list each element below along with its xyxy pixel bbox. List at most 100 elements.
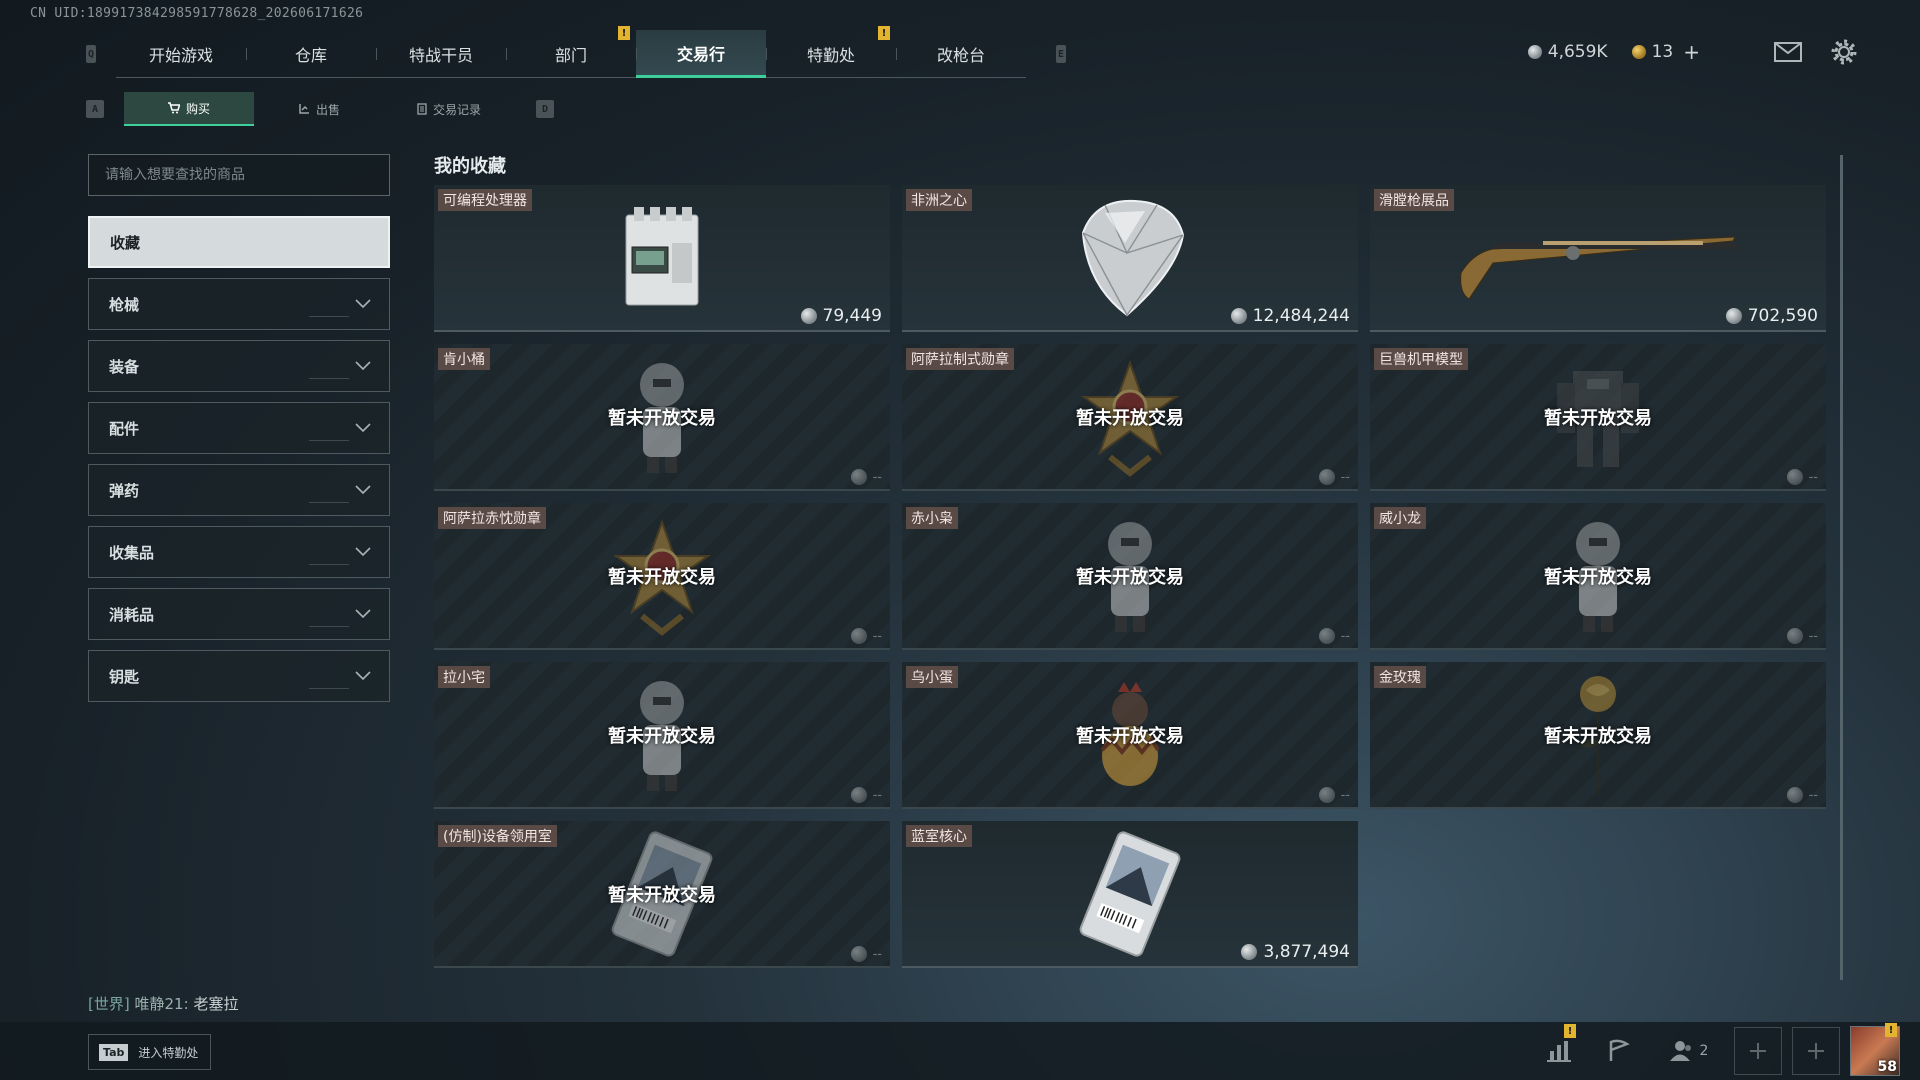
nav-prev-key[interactable]: Q [86,45,96,63]
gear-icon[interactable] [1830,38,1858,66]
tab-label: 仓库 [294,46,327,65]
price-value: 3,877,494 [1263,942,1350,962]
item-price: -- [850,628,882,644]
trade-closed-label: 暂未开放交易 [1076,408,1184,429]
collection-scrollbar[interactable] [1840,155,1843,980]
price-value: 12,484,244 [1252,306,1350,326]
tab-sell[interactable]: 出售 [254,92,384,126]
category-item[interactable]: 配件 [88,402,390,454]
warning-badge: ! [1885,1023,1897,1037]
price-value: -- [872,628,882,644]
collection-title: 我的收藏 [434,156,506,177]
collection-item-card[interactable]: 威小龙 暂未开放交易 -- [1370,503,1826,650]
item-price: -- [1318,787,1350,803]
collection-item-card[interactable]: 蓝室核心 3,877,494 [902,821,1358,968]
tab-start-game[interactable]: 开始游戏 [116,30,246,78]
tab-operators[interactable]: 特战干员 [376,30,506,78]
collection-item-card[interactable]: 肯小桶 暂未开放交易 -- [434,344,890,491]
item-price: 3,877,494 [1241,942,1350,962]
category-item[interactable]: 钥匙 [88,650,390,702]
friends-button[interactable]: 2 [1654,1040,1724,1062]
nav-next-key[interactable]: E [1056,45,1066,63]
search-input[interactable] [105,167,373,183]
tab-trading[interactable]: 交易行 [636,30,766,78]
item-price: -- [1786,469,1818,485]
trade-closed-label: 暂未开放交易 [1076,726,1184,747]
player-avatar[interactable]: ! 58 [1850,1023,1900,1076]
item-price: 12,484,244 [1230,306,1350,326]
tab-warehouse[interactable]: 仓库 [246,30,376,78]
silver-currency: 4,659K [1527,42,1608,62]
price-value: -- [1340,469,1350,485]
silver-coin-icon [850,469,867,485]
collection-item-card[interactable]: 赤小枭 暂未开放交易 -- [902,503,1358,650]
collection-item-card[interactable]: 阿萨拉赤忱勋章 暂未开放交易 -- [434,503,890,650]
subnav-next-key[interactable]: D [536,100,554,118]
trade-closed-label: 暂未开放交易 [1544,726,1652,747]
chat-channel: [世界] [88,995,130,1013]
warning-badge: ! [1564,1024,1576,1038]
category-label: 消耗品 [109,605,155,624]
stats-button[interactable]: ! [1534,1024,1584,1076]
collection-item-card[interactable]: (仿制)设备领用室 暂未开放交易 -- [434,821,890,968]
category-item[interactable]: 装备 [88,340,390,392]
plus-icon [1808,1043,1824,1059]
chevron-down-icon [355,485,371,495]
item-name: 巨兽机甲模型 [1374,348,1468,370]
collection-item-card[interactable]: 滑膛枪展品 702,590 [1370,185,1826,332]
collection-item-card[interactable]: 非洲之心 12,484,244 [902,185,1358,332]
trade-closed-label: 暂未开放交易 [608,408,716,429]
price-value: -- [872,946,882,962]
chat-message: 老塞拉 [193,995,239,1013]
item-name: 拉小宅 [438,666,490,688]
uid-text: CN UID:1899173842985917786​28_2026061716… [30,6,364,21]
price-value: -- [1808,628,1818,644]
gold-currency[interactable]: 13 + [1631,40,1700,64]
warning-badge: ! [878,26,890,40]
silver-coin-icon [1725,308,1742,324]
tab-trade-records[interactable]: 交易记录 [384,92,514,126]
collection-item-card[interactable]: 金玫瑰 暂未开放交易 -- [1370,662,1826,809]
tab-hint-label: 进入特勤处 [138,1045,199,1060]
add-slot-button[interactable] [1792,1027,1840,1075]
category-item[interactable]: 消耗品 [88,588,390,640]
tab-buy[interactable]: 购买 [124,92,254,126]
silver-coin-icon [1786,469,1803,485]
friends-count: 2 [1699,1043,1709,1059]
keycard-icon [1079,830,1181,957]
price-value: -- [872,787,882,803]
collection-item-card[interactable]: 可编程处理器 79,449 [434,185,890,332]
add-slot-button[interactable] [1734,1027,1782,1075]
category-item[interactable]: 弹药 [88,464,390,516]
category-item[interactable]: 收集品 [88,526,390,578]
tab-special-ops[interactable]: 特勤处! [766,26,896,78]
mail-icon[interactable] [1774,42,1802,62]
flag-icon [1609,1039,1630,1061]
collection-item-card[interactable]: 巨兽机甲模型 暂未开放交易 -- [1370,344,1826,491]
price-value: -- [1340,628,1350,644]
add-currency-button[interactable]: + [1683,40,1700,64]
category-label: 配件 [109,419,140,438]
currency-bar: 4,659K 13 + [1527,40,1700,64]
tab-department[interactable]: 部门! [506,26,636,78]
tab-gunsmith[interactable]: 改枪台 [896,30,1026,78]
silver-coin-icon [1230,308,1247,324]
subnav-prev-key[interactable]: A [86,100,104,118]
price-value: -- [1340,787,1350,803]
enter-special-ops-button[interactable]: Tab 进入特勤处 [88,1034,212,1070]
collection-item-card[interactable]: 拉小宅 暂未开放交易 -- [434,662,890,809]
silver-coin-icon [850,946,867,962]
category-item[interactable]: 收藏 [88,216,390,268]
silver-coin-icon [850,787,867,803]
collection-item-card[interactable]: 乌小蛋 暂未开放交易 -- [902,662,1358,809]
chat-line: [世界] 唯静21: 老塞拉 [88,993,238,1014]
collection-item-card[interactable]: 阿萨拉制式勋章 暂未开放交易 -- [902,344,1358,491]
player-level: 58 [1877,1059,1897,1075]
silver-coin-icon [1786,787,1803,803]
flag-button[interactable] [1594,1026,1644,1076]
search-box [88,154,390,196]
chat-user[interactable]: 唯静21: [135,995,189,1013]
item-name: 可编程处理器 [438,189,532,211]
category-item[interactable]: 枪械 [88,278,390,330]
silver-coin-icon [850,628,867,644]
